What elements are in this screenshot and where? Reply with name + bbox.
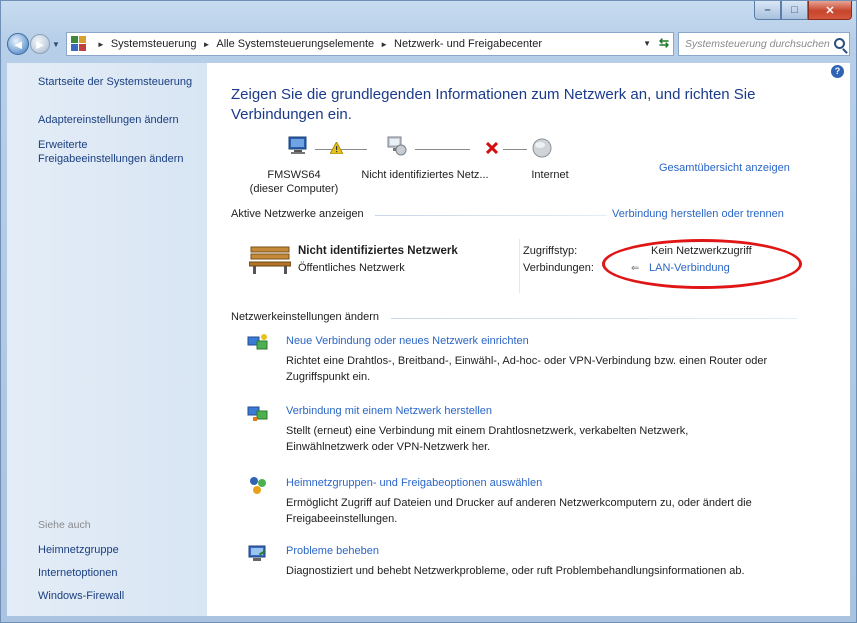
help-icon[interactable]: ? bbox=[831, 65, 844, 78]
computer-icon[interactable] bbox=[287, 135, 309, 155]
address-bar: ◄ ► ▼ ► Systemsteuerung ► Alle Systemste… bbox=[7, 27, 850, 61]
control-panel-icon bbox=[70, 36, 87, 52]
task-connect-network-desc: Stellt (erneut) eine Verbindung mit eine… bbox=[286, 423, 796, 455]
breadcrumb-netzwerkcenter[interactable]: Netzwerk- und Freigabecenter bbox=[394, 38, 542, 50]
task-new-connection-link[interactable]: Neue Verbindung oder neues Netzwerk einr… bbox=[286, 335, 529, 347]
link-startseite[interactable]: Startseite der Systemsteuerung bbox=[38, 75, 192, 89]
connect-disconnect-link[interactable]: Verbindung herstellen oder trennen bbox=[612, 208, 784, 220]
link-heimnetzgruppe[interactable]: Heimnetzgruppe bbox=[38, 543, 119, 557]
close-button[interactable]: ✕ bbox=[808, 1, 852, 20]
full-map-link[interactable]: Gesamtübersicht anzeigen bbox=[659, 162, 790, 174]
task-new-connection-desc-line2: Zugriffspunkt ein. bbox=[286, 371, 371, 383]
breadcrumb[interactable]: ► Systemsteuerung ► Alle Systemsteuerung… bbox=[65, 32, 674, 56]
task-troubleshoot-desc: Diagnostiziert und behebt Netzwerkproble… bbox=[286, 563, 796, 579]
active-networks-title: Aktive Netzwerke anzeigen bbox=[231, 208, 364, 220]
task-connect-network-desc-line1: Stellt (erneut) eine Verbindung mit eine… bbox=[286, 425, 689, 437]
caption-buttons: – □ ✕ bbox=[754, 1, 852, 21]
recent-pages-dropdown-icon[interactable]: ▼ bbox=[52, 40, 60, 49]
task-connect-network-link[interactable]: Verbindung mit einem Netzwerk herstellen bbox=[286, 405, 492, 417]
error-x-icon bbox=[486, 142, 498, 154]
forward-button[interactable]: ► bbox=[30, 34, 50, 54]
breadcrumb-alle-elemente[interactable]: Alle Systemsteuerungselemente bbox=[216, 38, 374, 50]
internet-globe-icon[interactable] bbox=[531, 137, 553, 159]
task-connect-network-desc-line2: Einwählnetzwerk oder VPN-Netzwerk her. bbox=[286, 441, 491, 453]
search-icon[interactable] bbox=[834, 38, 845, 49]
task-new-connection-desc: Richtet eine Drahtlos-, Breitband-, Einw… bbox=[286, 353, 796, 385]
link-freigabeeinstellungen[interactable]: Freigabeeinstellungen ändern bbox=[38, 152, 184, 166]
see-also-label: Siehe auch bbox=[38, 519, 91, 531]
task-troubleshoot-desc-line1: Diagnostiziert und behebt Netzwerkproble… bbox=[286, 565, 745, 577]
connect-network-icon bbox=[247, 406, 268, 421]
back-arrow-icon: ◄ bbox=[11, 36, 25, 52]
navigation-pane: Startseite der Systemsteuerung Adapterei… bbox=[7, 63, 207, 616]
network-type-link[interactable]: Öffentliches Netzwerk bbox=[298, 262, 405, 274]
task-new-connection-desc-line1: Richtet eine Drahtlos-, Breitband-, Einw… bbox=[286, 355, 768, 367]
network-name: Nicht identifiziertes Netzwerk bbox=[298, 245, 458, 257]
task-homegroup-desc: Ermöglicht Zugriff auf Dateien und Druck… bbox=[286, 495, 796, 527]
content-pane: ? Zeigen Sie die grundlegenden Informati… bbox=[207, 63, 850, 616]
refresh-icon[interactable]: ⇆ bbox=[659, 36, 669, 50]
maximize-button[interactable]: □ bbox=[781, 1, 808, 20]
search-input[interactable]: Systemsteuerung durchsuchen bbox=[678, 32, 850, 56]
annotation-circle bbox=[602, 239, 802, 289]
computer-subtitle: (dieser Computer) bbox=[249, 183, 339, 195]
task-troubleshoot-link[interactable]: Probleme beheben bbox=[286, 545, 379, 557]
link-erweiterte[interactable]: Erweiterte bbox=[38, 138, 88, 152]
link-adaptereinstellungen[interactable]: Adaptereinstellungen ändern bbox=[38, 113, 179, 127]
map-connector bbox=[415, 149, 470, 150]
internet-label: Internet bbox=[531, 169, 569, 181]
network-icon[interactable] bbox=[385, 134, 407, 156]
back-button[interactable]: ◄ bbox=[7, 33, 29, 55]
minimize-button[interactable]: – bbox=[754, 1, 781, 20]
task-homegroup-desc-line2: Freigabeeinstellungen. bbox=[286, 513, 398, 525]
task-homegroup-link[interactable]: Heimnetzgruppen- und Freigabeoptionen au… bbox=[286, 477, 542, 489]
page-title-line2: Verbindungen ein. bbox=[231, 106, 352, 123]
page-title: Zeigen Sie die grundlegenden Information… bbox=[231, 85, 791, 125]
link-windows-firewall[interactable]: Windows-Firewall bbox=[38, 589, 124, 603]
computer-name: FMSWS64 bbox=[267, 169, 321, 181]
warning-icon bbox=[330, 142, 343, 154]
breadcrumb-separator-icon[interactable]: ► bbox=[380, 40, 388, 49]
forward-arrow-icon: ► bbox=[33, 36, 47, 52]
breadcrumb-separator-icon[interactable]: ► bbox=[202, 40, 210, 49]
connections-label: Verbindungen: bbox=[523, 262, 594, 274]
new-connection-icon bbox=[247, 334, 268, 350]
window-frame: – □ ✕ ◄ ► ▼ ► Systemsteuerung ► Alle Sys… bbox=[0, 0, 857, 623]
task-homegroup-desc-line1: Ermöglicht Zugriff auf Dateien und Druck… bbox=[286, 497, 752, 509]
park-bench-icon bbox=[249, 246, 291, 274]
settings-section-title: Netzwerkeinstellungen ändern bbox=[231, 311, 379, 323]
breadcrumb-separator-icon[interactable]: ► bbox=[97, 40, 105, 49]
page-title-line1: Zeigen Sie die grundlegenden Information… bbox=[231, 86, 756, 103]
link-internetoptionen[interactable]: Internetoptionen bbox=[38, 566, 118, 580]
troubleshoot-icon bbox=[248, 545, 266, 561]
map-connector bbox=[503, 149, 527, 150]
access-type-label: Zugriffstyp: bbox=[523, 245, 578, 257]
breadcrumb-systemsteuerung[interactable]: Systemsteuerung bbox=[111, 38, 197, 50]
homegroup-icon bbox=[250, 477, 266, 494]
section-divider bbox=[391, 318, 797, 319]
section-divider bbox=[375, 215, 607, 216]
column-divider bbox=[519, 239, 520, 293]
address-dropdown-icon[interactable]: ▼ bbox=[643, 39, 651, 48]
network-map-label: Nicht identifiziertes Netz... bbox=[361, 169, 489, 181]
search-placeholder: Systemsteuerung durchsuchen bbox=[685, 38, 830, 50]
